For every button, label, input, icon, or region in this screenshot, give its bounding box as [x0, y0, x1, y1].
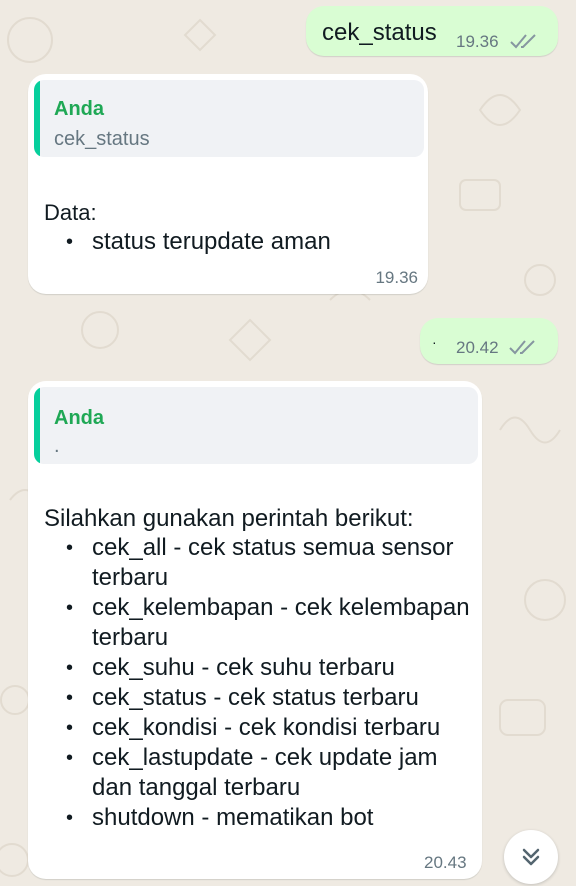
command-list: cek_all - cek status semua sensor terbar…: [44, 533, 484, 833]
message-time: 20.43: [424, 853, 467, 872]
list-item: shutdown - mematikan bot: [44, 803, 484, 833]
quote-sender: Anda: [54, 98, 104, 120]
message-text: ·: [432, 334, 437, 350]
message-heading: Silahkan gunakan perintah berikut:: [44, 505, 414, 532]
message-time: 19.36: [456, 32, 499, 51]
quote-accent-bar: [34, 387, 40, 464]
quoted-message[interactable]: Anda cek_status: [34, 80, 424, 157]
double-check-icon: [510, 34, 536, 49]
list-item: cek_suhu - cek suhu terbaru: [44, 653, 484, 683]
list-item: cek_all - cek status semua sensor terbar…: [44, 533, 484, 593]
quoted-message[interactable]: Anda .: [34, 387, 478, 464]
message-bubble-incoming[interactable]: Anda . Silahkan gunakan perintah berikut…: [28, 381, 482, 879]
list-item: status terupdate aman: [44, 227, 424, 257]
quote-text: cek_status: [54, 128, 150, 150]
list-item: cek_lastupdate - cek update jam dan tang…: [44, 743, 484, 803]
scroll-to-bottom-button[interactable]: [504, 830, 558, 884]
message-time: 20.42: [456, 338, 499, 357]
double-check-icon: [509, 340, 535, 355]
message-time: 19.36: [375, 268, 418, 287]
list-item: cek_kondisi - cek kondisi terbaru: [44, 713, 484, 743]
message-bubble-incoming[interactable]: Anda cek_status Data: status terupdate a…: [28, 74, 428, 294]
quote-sender: Anda: [54, 407, 104, 429]
message-list: status terupdate aman: [44, 227, 424, 257]
double-chevron-down-icon: [522, 848, 540, 866]
quote-accent-bar: [34, 80, 40, 157]
message-bubble-outgoing[interactable]: · 20.42: [420, 318, 558, 364]
message-text: cek_status: [322, 19, 437, 46]
message-bubble-outgoing[interactable]: cek_status 19.36: [306, 6, 558, 56]
message-heading: Data:: [44, 200, 97, 225]
list-item: cek_kelembapan - cek kelembapan terbaru: [44, 593, 484, 653]
list-item: cek_status - cek status terbaru: [44, 683, 484, 713]
quote-text: .: [54, 435, 60, 457]
